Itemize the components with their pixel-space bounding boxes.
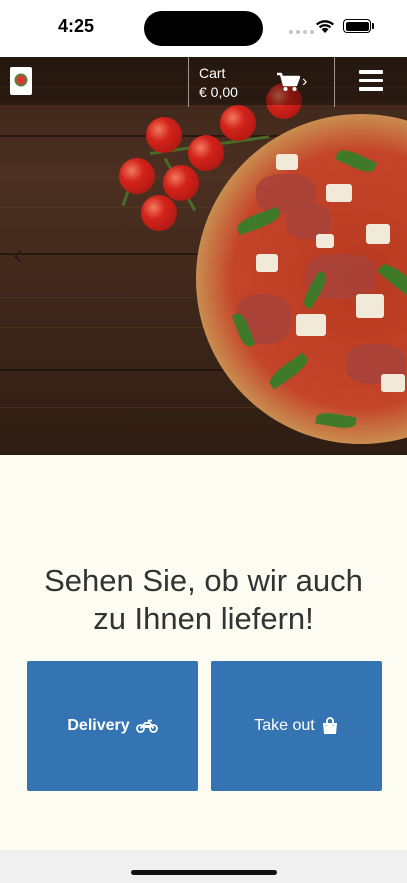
header-divider [188,57,189,107]
tomato [188,135,224,171]
wifi-icon [316,20,334,33]
status-time: 4:25 [58,16,95,36]
shopping-cart-icon[interactable] [276,72,300,92]
shopping-bag-icon [322,717,337,734]
bottom-bar [0,850,407,883]
delivery-check-headline: Sehen Sie, ob wir auch zu Ihnen liefern! [0,562,407,638]
motorcycle-icon [135,719,158,733]
status-bar: 4:25 [0,0,407,57]
slider-prev-arrow-icon[interactable]: ‹ [13,240,23,270]
battery-cap [372,23,374,29]
tomato [220,105,256,141]
tomato [119,158,155,194]
tomato [141,195,177,231]
signal-dots-icon [289,30,314,34]
headline-line-2: zu Ihnen liefern! [93,601,314,636]
battery-icon [343,19,371,33]
headline-line-1: Sehen Sie, ob wir auch [44,563,363,598]
restaurant-logo[interactable] [10,67,32,95]
home-indicator[interactable] [131,870,277,875]
tomato [163,165,199,201]
hero-banner: Cart € 0,00 › ‹ [0,57,407,455]
header-divider [334,57,335,107]
cart-chevron-icon[interactable]: › [302,73,307,91]
takeout-button-label: Take out [254,717,315,734]
hamburger-menu-icon[interactable] [359,70,383,91]
delivery-button[interactable]: Delivery [27,661,198,791]
cart-total[interactable]: € 0,00 [199,84,238,100]
delivery-button-label: Delivery [67,717,130,734]
takeout-button[interactable]: Take out [211,661,382,791]
dynamic-island [144,11,263,46]
cart-label[interactable]: Cart [199,65,225,81]
tomato [146,117,182,153]
pizza-image [196,114,407,444]
